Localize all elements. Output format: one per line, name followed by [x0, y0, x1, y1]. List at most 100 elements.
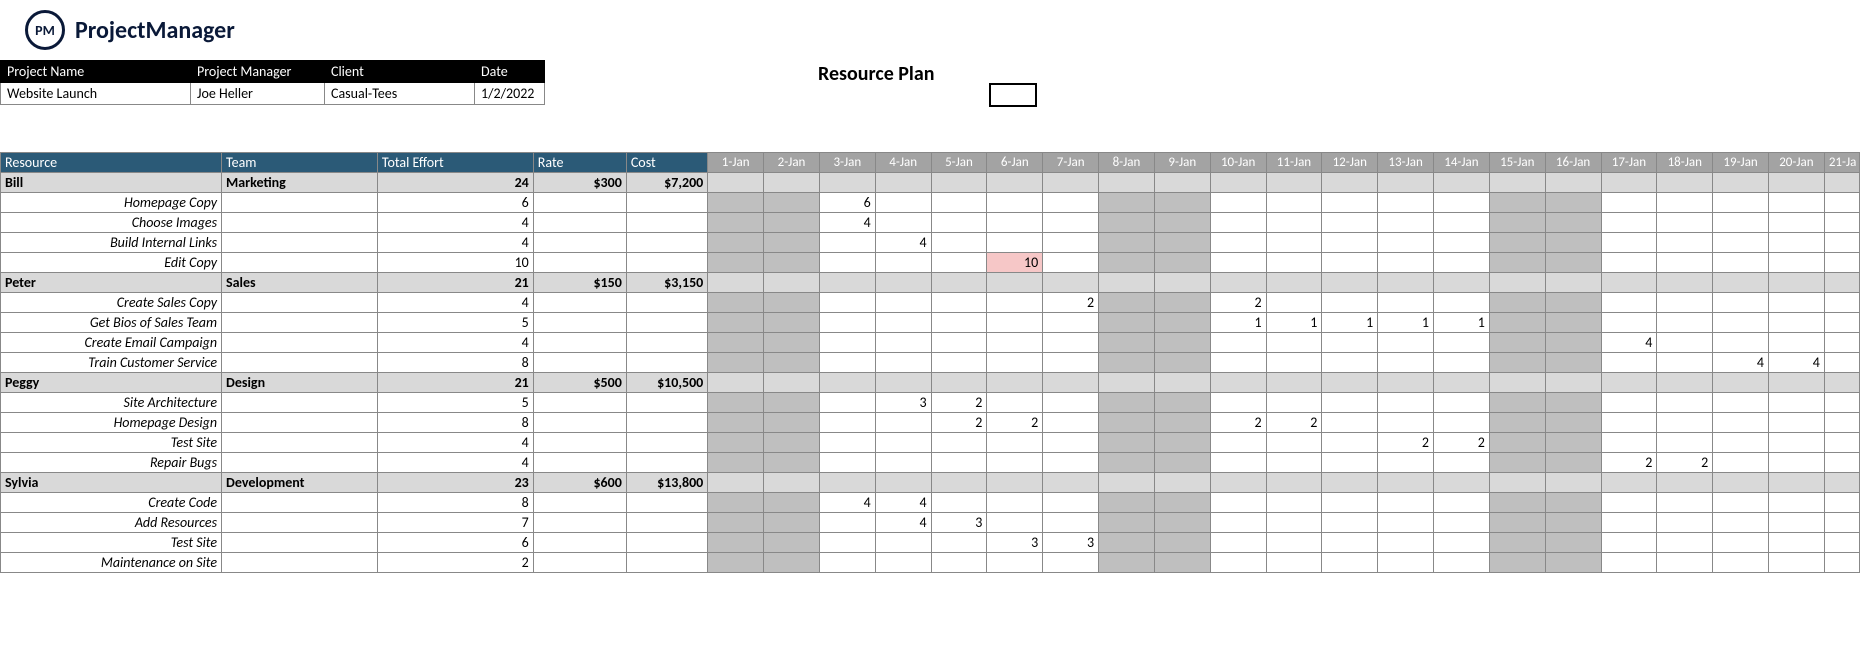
task-team[interactable] — [222, 193, 378, 213]
col-hdr-day[interactable]: 20-Jan — [1769, 153, 1825, 173]
task-team[interactable] — [222, 433, 378, 453]
day-cell[interactable] — [764, 553, 820, 573]
day-cell[interactable] — [1210, 193, 1266, 213]
day-cell[interactable] — [1489, 493, 1545, 513]
day-cell[interactable] — [1545, 513, 1601, 533]
day-cell[interactable] — [1266, 533, 1322, 553]
day-cell[interactable] — [1657, 213, 1713, 233]
day-cell[interactable] — [764, 513, 820, 533]
day-cell[interactable]: 2 — [1043, 293, 1099, 313]
day-cell[interactable] — [1210, 493, 1266, 513]
day-cell[interactable] — [1545, 313, 1601, 333]
day-cell[interactable] — [1601, 273, 1657, 293]
day-cell[interactable] — [1099, 393, 1155, 413]
meta-val-project-manager[interactable]: Joe Heller — [191, 83, 325, 105]
day-cell[interactable] — [1322, 353, 1378, 373]
task-team[interactable] — [222, 493, 378, 513]
day-cell[interactable] — [1322, 393, 1378, 413]
day-cell[interactable] — [1099, 413, 1155, 433]
day-cell[interactable]: 4 — [819, 493, 875, 513]
task-row[interactable]: Choose Images44 — [1, 213, 1860, 233]
day-cell[interactable] — [1489, 413, 1545, 433]
day-cell[interactable] — [1154, 193, 1210, 213]
day-cell[interactable] — [1154, 253, 1210, 273]
task-name[interactable]: Repair Bugs — [1, 453, 222, 473]
day-cell[interactable] — [1210, 253, 1266, 273]
day-cell[interactable] — [931, 213, 987, 233]
day-cell[interactable] — [1489, 373, 1545, 393]
day-cell[interactable] — [1601, 173, 1657, 193]
day-cell[interactable] — [708, 513, 764, 533]
day-cell[interactable] — [1769, 473, 1825, 493]
day-cell[interactable] — [708, 253, 764, 273]
group-team[interactable]: Design — [222, 373, 378, 393]
day-cell[interactable] — [1099, 453, 1155, 473]
day-cell[interactable] — [1545, 413, 1601, 433]
day-cell[interactable] — [1043, 253, 1099, 273]
day-cell[interactable] — [1545, 233, 1601, 253]
day-cell[interactable] — [1434, 513, 1490, 533]
day-cell[interactable] — [987, 213, 1043, 233]
task-name[interactable]: Create Sales Copy — [1, 293, 222, 313]
day-cell[interactable] — [1322, 193, 1378, 213]
task-team[interactable] — [222, 413, 378, 433]
day-cell[interactable] — [1266, 193, 1322, 213]
day-cell[interactable] — [1378, 193, 1434, 213]
day-cell[interactable] — [1824, 453, 1859, 473]
day-cell[interactable]: 4 — [1601, 333, 1657, 353]
task-effort[interactable]: 10 — [377, 253, 533, 273]
day-cell[interactable] — [1378, 493, 1434, 513]
task-effort[interactable]: 8 — [377, 493, 533, 513]
day-cell[interactable] — [875, 473, 931, 493]
day-cell[interactable] — [764, 193, 820, 213]
day-cell[interactable] — [1545, 333, 1601, 353]
col-hdr-day[interactable]: 17-Jan — [1601, 153, 1657, 173]
day-cell[interactable] — [875, 173, 931, 193]
day-cell[interactable] — [1824, 433, 1859, 453]
day-cell[interactable] — [1713, 453, 1769, 473]
day-cell[interactable] — [875, 273, 931, 293]
day-cell[interactable] — [1601, 233, 1657, 253]
active-cell-outline[interactable] — [989, 83, 1037, 107]
day-cell[interactable] — [1154, 553, 1210, 573]
day-cell[interactable]: 2 — [1378, 433, 1434, 453]
task-cost[interactable] — [626, 293, 707, 313]
day-cell[interactable] — [764, 533, 820, 553]
day-cell[interactable] — [1769, 233, 1825, 253]
task-cost[interactable] — [626, 313, 707, 333]
day-cell[interactable] — [1378, 553, 1434, 573]
day-cell[interactable] — [1043, 313, 1099, 333]
day-cell[interactable] — [987, 293, 1043, 313]
day-cell[interactable]: 4 — [875, 233, 931, 253]
day-cell[interactable] — [1713, 313, 1769, 333]
day-cell[interactable] — [1099, 433, 1155, 453]
col-hdr-day[interactable]: 4-Jan — [875, 153, 931, 173]
day-cell[interactable] — [1099, 493, 1155, 513]
task-effort[interactable]: 8 — [377, 413, 533, 433]
day-cell[interactable] — [1210, 273, 1266, 293]
task-effort[interactable]: 4 — [377, 433, 533, 453]
day-cell[interactable] — [1378, 373, 1434, 393]
day-cell[interactable] — [1378, 533, 1434, 553]
col-hdr-day[interactable]: 1-Jan — [708, 153, 764, 173]
task-row[interactable]: Test Site633 — [1, 533, 1860, 553]
task-effort[interactable]: 7 — [377, 513, 533, 533]
task-team[interactable] — [222, 313, 378, 333]
day-cell[interactable] — [1601, 293, 1657, 313]
task-effort[interactable]: 6 — [377, 193, 533, 213]
day-cell[interactable] — [1378, 513, 1434, 533]
day-cell[interactable] — [819, 393, 875, 413]
day-cell[interactable] — [1601, 353, 1657, 373]
day-cell[interactable] — [764, 313, 820, 333]
day-cell[interactable] — [819, 353, 875, 373]
col-hdr-rate[interactable]: Rate — [533, 153, 626, 173]
task-effort[interactable]: 5 — [377, 313, 533, 333]
day-cell[interactable] — [1657, 333, 1713, 353]
day-cell[interactable] — [1154, 413, 1210, 433]
day-cell[interactable] — [764, 173, 820, 193]
day-cell[interactable] — [1713, 513, 1769, 533]
day-cell[interactable]: 4 — [1769, 353, 1825, 373]
day-cell[interactable] — [1154, 493, 1210, 513]
day-cell[interactable] — [1043, 213, 1099, 233]
day-cell[interactable] — [1657, 253, 1713, 273]
